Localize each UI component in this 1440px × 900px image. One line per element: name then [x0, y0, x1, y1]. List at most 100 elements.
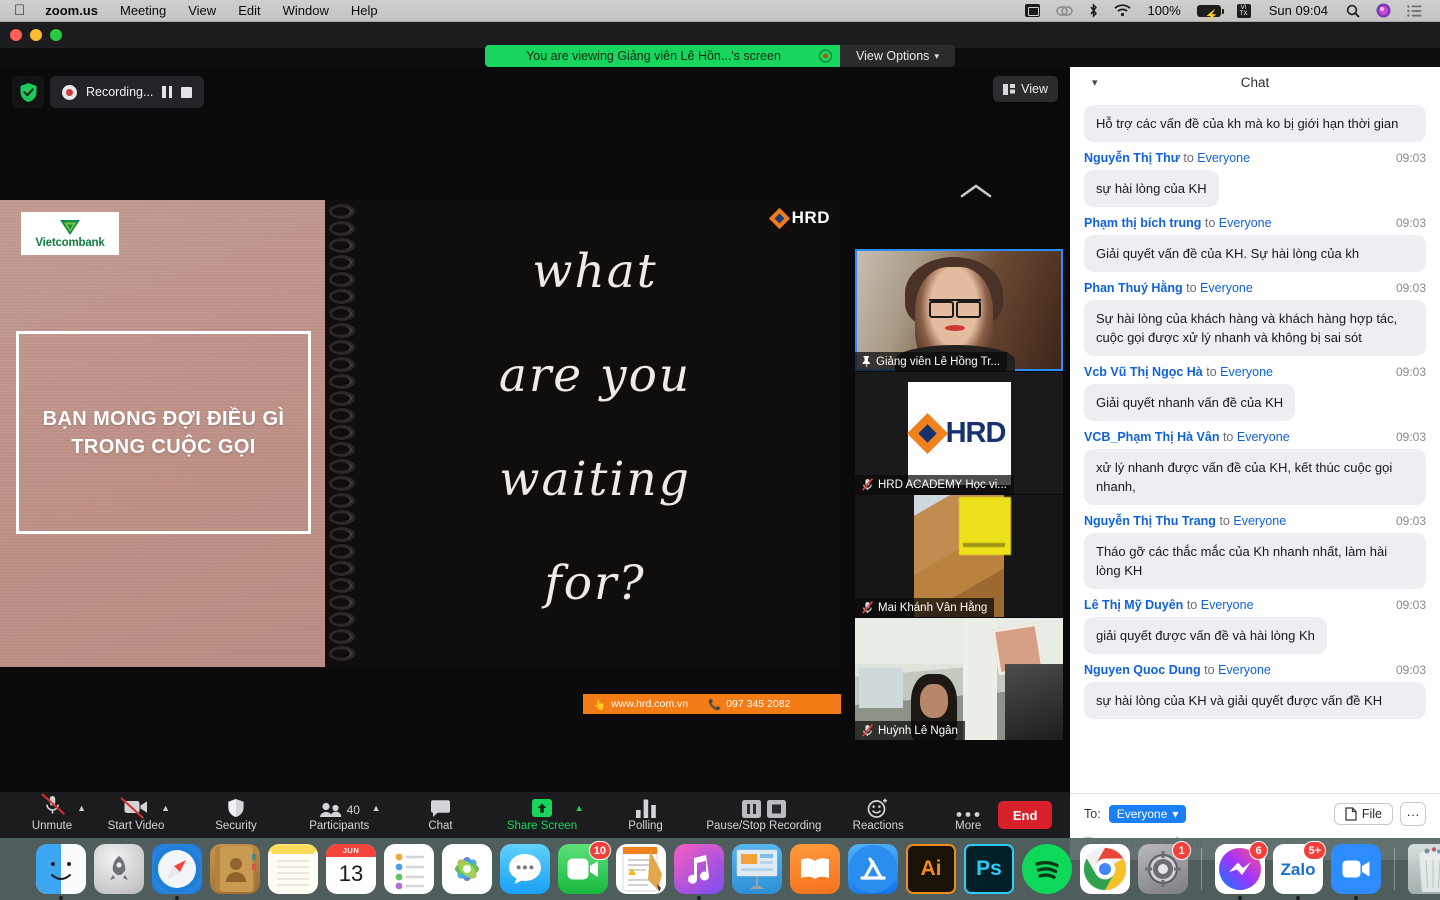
apple-logo-icon[interactable]:  [10, 0, 34, 22]
menu-item-view[interactable]: View [177, 0, 227, 22]
chat-meta-2: Phạm thị bích trung to Everyone 09:03 [1084, 216, 1426, 230]
chat-meta-8: Nguyen Quoc Dung to Everyone 09:03 [1084, 663, 1426, 677]
slide-headline-box: BẠN MONG ĐỢI ĐIỀU GÌ TRONG CUỘC GỌI [16, 331, 311, 534]
dock-item-messages[interactable] [500, 844, 550, 894]
dock-item-launchpad[interactable] [94, 844, 144, 894]
running-indicator [59, 896, 63, 900]
dock-item-chrome[interactable] [1080, 844, 1130, 894]
dock-item-photos[interactable] [442, 844, 492, 894]
contacts-icon [210, 844, 260, 894]
dock-item-photoshop[interactable]: Ps [964, 844, 1014, 894]
chat-button[interactable]: Chat [410, 792, 470, 838]
dock-item-itunes[interactable] [674, 844, 724, 900]
dock-item-reminders[interactable] [384, 844, 434, 894]
minimize-window-button[interactable] [30, 29, 42, 41]
dock-item-keynote[interactable] [732, 844, 782, 894]
participant-tile-0[interactable]: Giảng viên Lê Hồng Tr... [855, 249, 1063, 371]
dock-item-notes[interactable] [268, 844, 318, 894]
handwriting-line-4: for? [544, 556, 646, 611]
menu-item-help[interactable]: Help [340, 0, 389, 22]
dock-item-books[interactable] [790, 844, 840, 894]
start-video-button[interactable]: Start Video ▲ [106, 792, 170, 838]
avatar-glasses [929, 299, 981, 318]
chat-meta-7: Lê Thị Mỹ Duyên to Everyone 09:03 [1084, 598, 1426, 612]
dock-item-zoom[interactable] [1331, 844, 1381, 900]
dock-item-pages[interactable] [616, 844, 666, 894]
menu-bar-clock[interactable]: Sun 09:04 [1259, 3, 1338, 18]
yellow-object [959, 497, 1011, 555]
more-button[interactable]: More [938, 792, 998, 838]
chat-more-options-button[interactable]: ··· [1400, 802, 1426, 826]
participants-button[interactable]: 40 Participants ▲ [308, 792, 380, 838]
participant-tile-1[interactable]: HRD HRD ACADEMY Học vi... [855, 372, 1063, 494]
unmute-button[interactable]: Unmute ▲ [22, 792, 86, 838]
scroll-participants-up-button[interactable] [958, 180, 994, 202]
recording-controls[interactable]: Recording... [50, 76, 205, 108]
dock-item-app-store[interactable] [848, 844, 898, 894]
cc-icon[interactable] [1048, 5, 1081, 17]
chat-recipient-dropdown[interactable]: Everyone ▾ [1108, 805, 1187, 823]
hrd-diamond-icon [906, 412, 948, 454]
participants-chevron-icon[interactable]: ▲ [372, 803, 381, 813]
dock-item-facetime[interactable]: 10 [558, 841, 611, 894]
dock-item-system-preferences[interactable]: 1 [1138, 841, 1191, 894]
participant-tile-3[interactable]: Huỳnh Lê Ngân [855, 618, 1063, 740]
view-layout-button[interactable]: View [993, 76, 1058, 102]
dock-item-safari[interactable] [152, 844, 202, 900]
maximize-window-button[interactable] [50, 29, 62, 41]
dock-item-trash[interactable] [1408, 844, 1440, 894]
audio-options-chevron-icon[interactable]: ▲ [77, 803, 86, 813]
dock-item-spotify[interactable] [1022, 844, 1072, 894]
menu-item-zoom-us[interactable]: zoom.us [34, 0, 109, 22]
video-options-chevron-icon[interactable]: ▲ [161, 803, 170, 813]
menu-item-edit[interactable]: Edit [227, 0, 271, 22]
dock-item-messenger[interactable]: 6 [1215, 841, 1268, 900]
wifi-icon[interactable] [1106, 4, 1139, 17]
share-screen-button[interactable]: Share Screen ▲ [506, 792, 584, 838]
siri-icon[interactable] [1368, 3, 1399, 18]
meeting-security-shield-badge[interactable] [12, 76, 44, 108]
share-options-chevron-icon[interactable]: ▲ [575, 803, 584, 813]
website-text: www.hrd.com.vn [611, 698, 689, 710]
dock-item-illustrator[interactable]: Ai [906, 844, 956, 894]
record-dot-icon [62, 84, 77, 100]
dock-item-finder[interactable] [36, 844, 86, 900]
dock-item-contacts[interactable] [210, 844, 260, 894]
close-window-button[interactable] [10, 29, 22, 41]
screen-share-banner: You are viewing Giảng viên Lê Hồn...'s s… [485, 45, 840, 67]
dock-item-calendar[interactable]: JUN 13 [326, 844, 376, 894]
chat-message-list[interactable]: Hỗ trợ các vấn đề của kh mà ko bị giới h… [1070, 97, 1440, 793]
control-center-icon[interactable] [1399, 4, 1430, 17]
menu-item-window[interactable]: Window [272, 0, 340, 22]
calendar-month: JUN [326, 844, 376, 857]
window-traffic-lights[interactable] [0, 29, 62, 41]
end-label: End [1012, 807, 1038, 823]
launchpad-icon [94, 844, 144, 894]
send-file-button[interactable]: File [1333, 803, 1393, 825]
stop-recording-icon[interactable] [181, 86, 193, 98]
menu-item-meeting[interactable]: Meeting [109, 0, 177, 22]
chat-to-label: To: [1084, 807, 1101, 821]
polling-button[interactable]: Polling [616, 792, 676, 838]
participant-video-strip: Giảng viên Lê Hồng Tr... HRD HRD ACADEMY… [855, 249, 1063, 741]
pause-recording-icon[interactable] [162, 86, 173, 98]
end-meeting-button[interactable]: End [998, 801, 1052, 829]
participant-tile-2[interactable]: Mai Khánh Vân Hằng [855, 495, 1063, 617]
share-screen-label: Share Screen [506, 820, 578, 832]
chat-bubble-8: sự hài lòng của KH và giải quyết được vấ… [1084, 682, 1426, 719]
muted-mic-icon [862, 724, 873, 737]
view-options-button[interactable]: View Options ▾ [840, 45, 955, 67]
messenger-badge: 6 [1249, 841, 1268, 860]
spotlight-search-icon[interactable] [1338, 4, 1368, 18]
dock-item-zalo[interactable]: Zalo 5+ [1273, 841, 1326, 900]
vtx-input-icon[interactable]: VI TX [1229, 3, 1259, 18]
bluetooth-icon[interactable] [1081, 3, 1106, 18]
security-button[interactable]: Security [206, 792, 266, 838]
chat-time-5: 09:03 [1395, 430, 1426, 444]
zoom-menubar-icon[interactable] [1017, 4, 1048, 17]
svg-text:Zalo: Zalo [1281, 860, 1316, 879]
collapse-chat-icon[interactable]: ▾ [1092, 76, 1098, 89]
battery-icon[interactable]: ⚡ [1189, 4, 1229, 22]
reactions-button[interactable]: Reactions [848, 792, 908, 838]
pause-stop-recording-button[interactable]: Pause/Stop Recording [706, 792, 821, 838]
